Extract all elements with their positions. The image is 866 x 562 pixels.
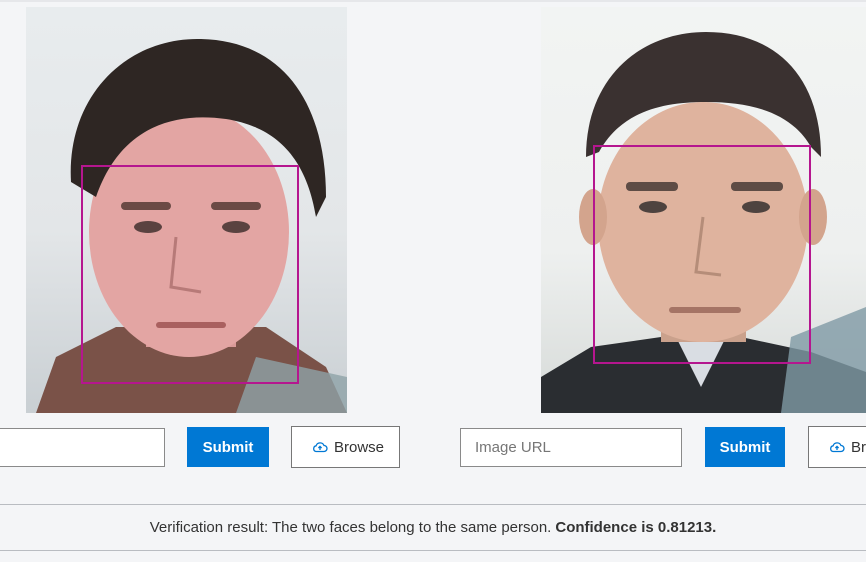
browse-button-left[interactable]: Browse <box>291 426 400 468</box>
browse-button-right[interactable]: Browse <box>808 426 866 468</box>
image-url-input-right[interactable] <box>460 428 682 467</box>
browse-label-right: Browse <box>851 438 866 456</box>
verification-result-text: Verification result: The two faces belon… <box>149 519 552 536</box>
face-detection-box-right <box>593 145 811 364</box>
top-divider <box>0 0 866 2</box>
browse-label-left: Browse <box>334 438 385 456</box>
cloud-upload-icon <box>829 439 845 455</box>
cloud-upload-icon <box>312 439 328 455</box>
submit-button-right[interactable]: Submit <box>705 427 785 467</box>
submit-button-left[interactable]: Submit <box>187 427 269 467</box>
image-url-input-left[interactable] <box>0 428 165 467</box>
face-verification-page: Submit Browse Submit Browse Verification… <box>0 0 866 562</box>
face-image-left <box>26 7 347 413</box>
face-image-right <box>541 7 866 413</box>
confidence-value: Confidence is 0.81213. <box>555 519 717 536</box>
verification-result-bar: Verification result: The two faces belon… <box>0 504 866 551</box>
face-detection-box-left <box>81 165 299 384</box>
